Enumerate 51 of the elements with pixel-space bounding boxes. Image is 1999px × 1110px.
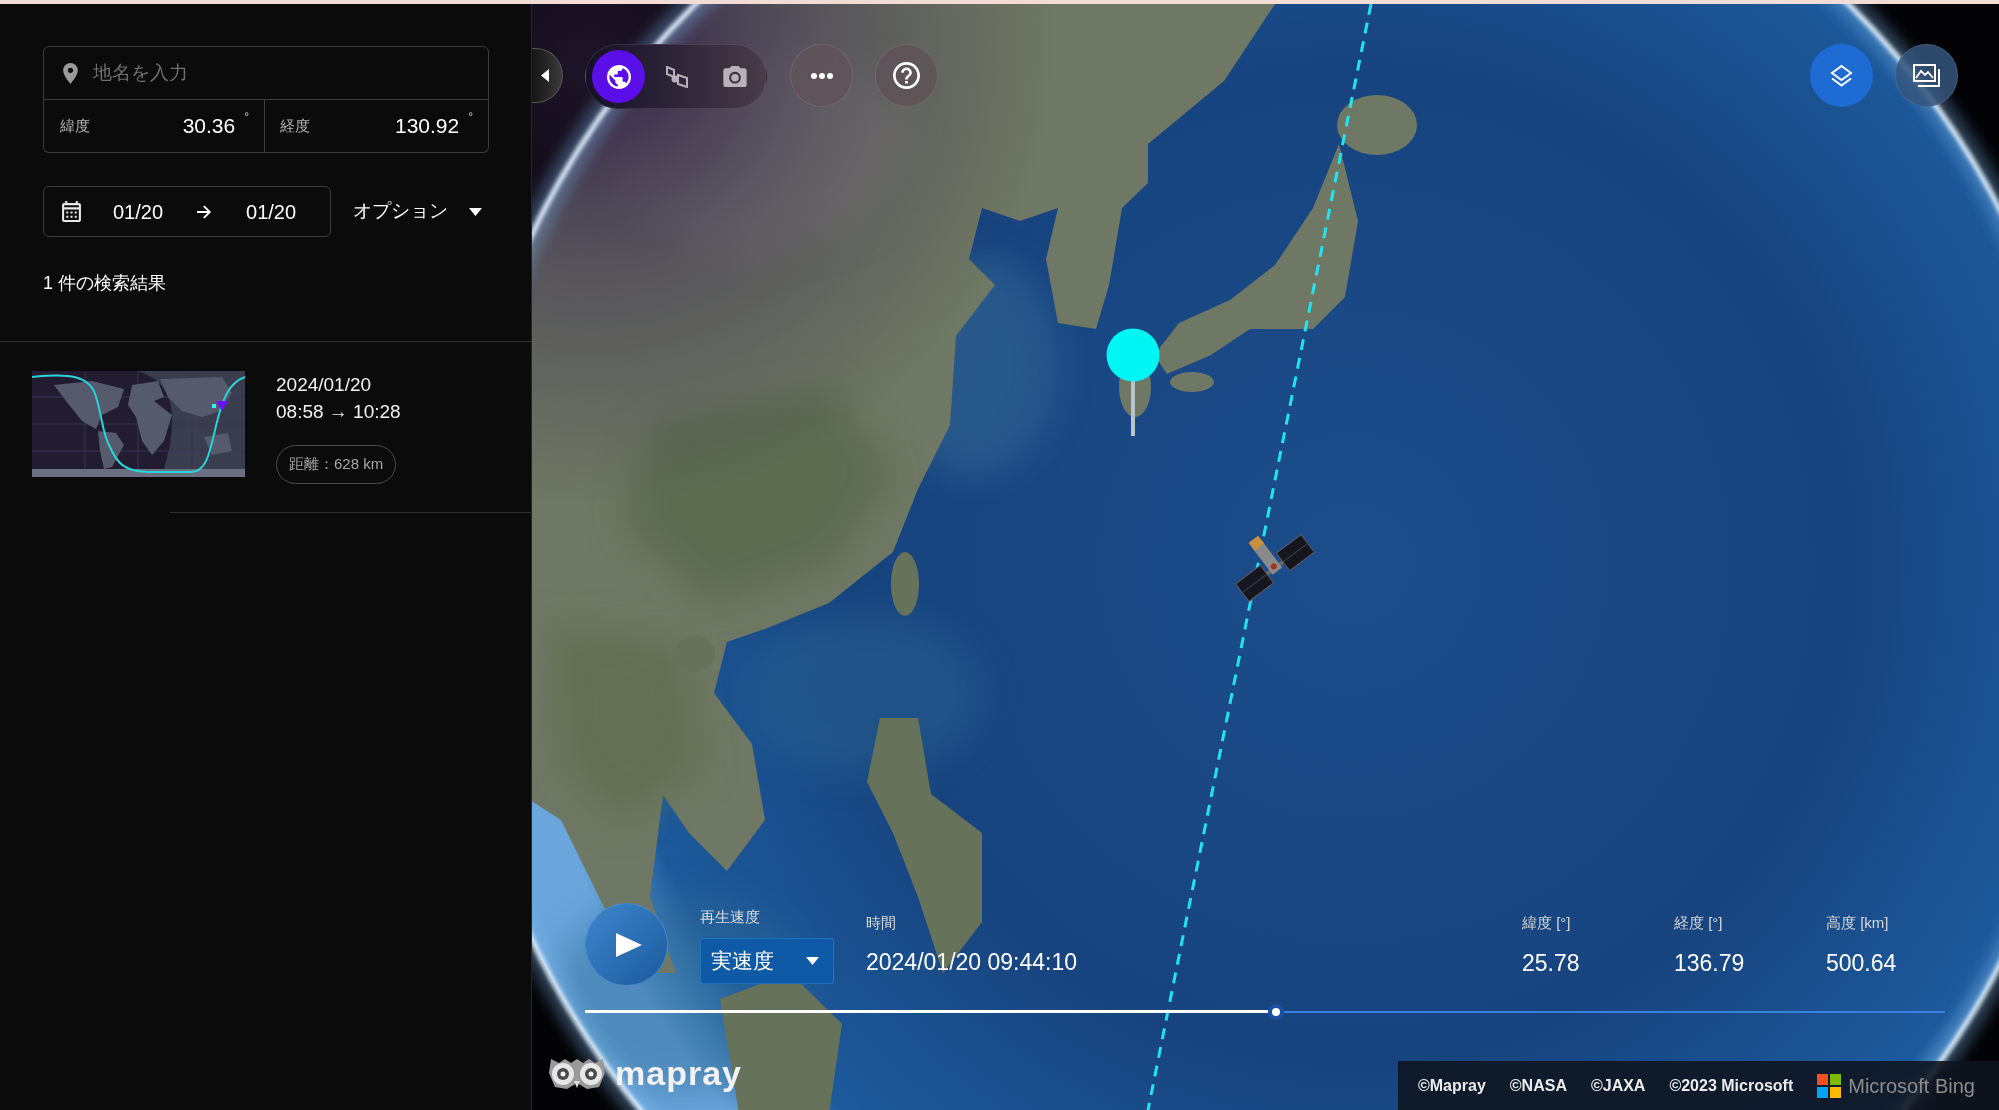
longitude-readout-value: 136.79 xyxy=(1674,949,1745,978)
help-icon xyxy=(893,62,920,89)
image-icon xyxy=(1912,63,1941,88)
caret-down-icon xyxy=(469,207,482,216)
satellite-icon xyxy=(664,65,689,88)
caret-left-icon xyxy=(541,69,549,82)
four-squares-logo-icon xyxy=(1817,1073,1842,1098)
attribution-text: ©2023 Microsoft xyxy=(1669,1075,1794,1096)
result-date: 2024/01/20 xyxy=(276,373,373,397)
latitude-label: 緯度 xyxy=(60,116,90,136)
altitude-readout-value: 500.64 xyxy=(1826,949,1897,978)
place-search-field[interactable]: 地名を入力 xyxy=(43,46,489,100)
current-time: 2024/01/20 09:44:10 xyxy=(866,948,1078,977)
latitude-readout-value: 25.78 xyxy=(1522,949,1580,978)
more-icon xyxy=(810,72,833,79)
latitude-input[interactable]: 30.36 xyxy=(90,111,236,141)
degree-unit: ° xyxy=(468,110,473,124)
longitude-input[interactable]: 130.92 xyxy=(310,111,460,141)
caret-down-icon xyxy=(806,957,819,965)
result-time-range: 08:58 → 10:28 xyxy=(276,400,401,424)
pin-marker-icon xyxy=(1106,328,1160,436)
latitude-readout-label: 緯度 [°] xyxy=(1522,913,1571,933)
provider-logo-text: Microsoft Bing xyxy=(1848,1073,1975,1099)
playback-speed-label: 再生速度 xyxy=(700,907,760,927)
longitude-readout-label: 経度 [°] xyxy=(1674,913,1723,933)
attribution-text: ©Mapray xyxy=(1418,1075,1486,1096)
options-dropdown[interactable]: オプション xyxy=(353,186,482,237)
place-search-input[interactable]: 地名を入力 xyxy=(93,55,476,91)
globe-icon xyxy=(606,64,631,89)
calendar-icon xyxy=(62,201,81,222)
altitude-readout-label: 高度 [km] xyxy=(1826,913,1889,933)
location-pin-icon xyxy=(63,62,78,84)
start-date[interactable]: 01/20 xyxy=(113,196,164,227)
degree-unit: ° xyxy=(244,110,249,124)
time-label: 時間 xyxy=(866,913,896,933)
satellite-icon xyxy=(1235,534,1315,602)
arrow-right-icon xyxy=(197,204,213,219)
layers-icon xyxy=(1829,63,1854,88)
longitude-field[interactable]: 経度 130.92 ° xyxy=(265,100,489,153)
play-icon xyxy=(615,932,642,957)
timeline-slider[interactable] xyxy=(585,1004,1945,1020)
attribution-text: ©NASA xyxy=(1509,1075,1567,1096)
date-range-field[interactable]: 01/20 01/20 xyxy=(43,186,331,237)
attribution-text: ©JAXA xyxy=(1590,1075,1646,1096)
latitude-field[interactable]: 緯度 30.36 ° xyxy=(43,100,265,153)
end-date[interactable]: 01/20 xyxy=(246,196,297,227)
longitude-label: 経度 xyxy=(280,116,310,136)
playback-speed-dropdown[interactable]: 実速度 xyxy=(700,938,834,984)
result-count: 1 件の検索結果 xyxy=(43,272,167,295)
camera-icon xyxy=(722,66,747,87)
globe-view-button[interactable] xyxy=(592,50,645,103)
